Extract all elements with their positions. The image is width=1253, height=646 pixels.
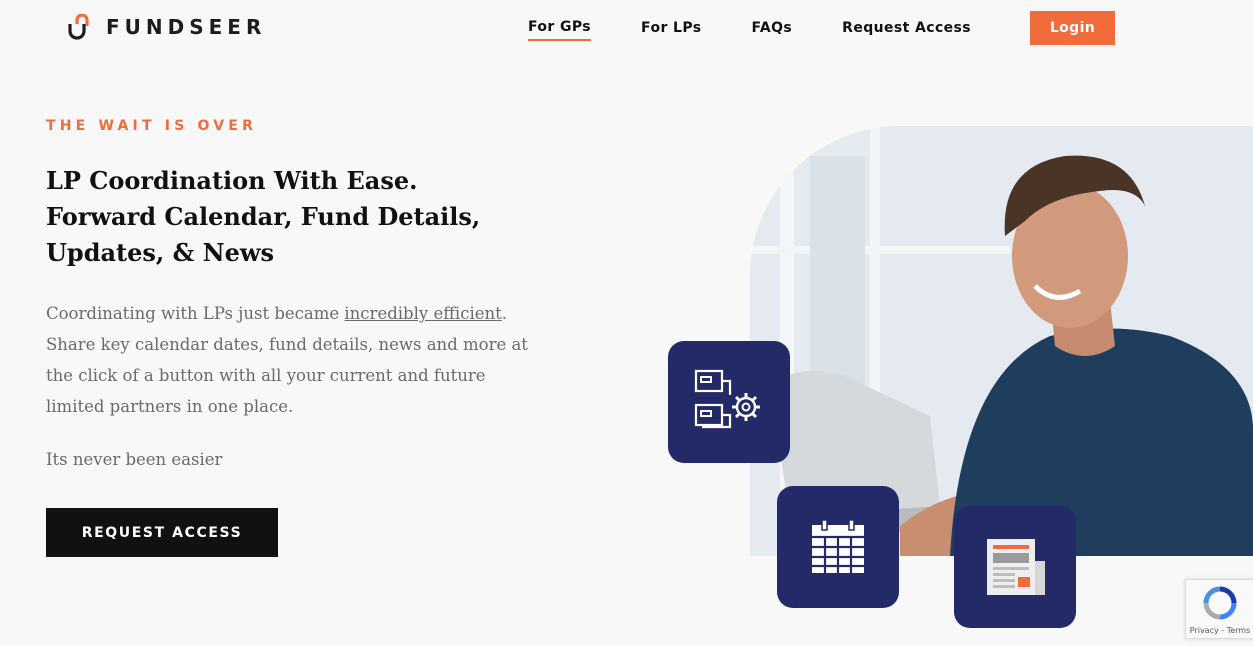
incredibly-efficient-link[interactable]: incredibly efficient xyxy=(344,304,501,323)
hero-eyebrow: THE WAIT IS OVER xyxy=(46,118,258,134)
nav-for-gps[interactable]: For GPs xyxy=(528,19,592,41)
recaptcha-badge[interactable]: Privacy - Terms xyxy=(1185,579,1253,639)
fundseer-logo[interactable]: FUNDSEER xyxy=(66,14,266,40)
recaptcha-links[interactable]: Privacy - Terms xyxy=(1190,626,1251,635)
recaptcha-icon xyxy=(1203,586,1237,620)
request-access-button[interactable]: REQUEST ACCESS xyxy=(46,508,278,557)
logo-text: FUNDSEER xyxy=(106,15,267,39)
main-nav: For GPs For LPs FAQs Request Access xyxy=(528,19,1021,41)
fundseer-logo-icon xyxy=(68,14,89,40)
nav-faqs[interactable]: FAQs xyxy=(752,20,793,40)
hero-tagline: Its never been easier xyxy=(46,450,223,469)
nav-for-lps[interactable]: For LPs xyxy=(641,20,701,40)
login-button[interactable]: Login xyxy=(1030,11,1115,45)
calendar-icon xyxy=(812,519,864,573)
data-settings-icon xyxy=(694,369,760,429)
hero-description: Coordinating with LPs just became incred… xyxy=(46,298,546,422)
data-settings-tile xyxy=(668,341,790,463)
newspaper-icon xyxy=(987,539,1045,595)
headline-line: LP Coordination With Ease. xyxy=(46,166,418,195)
hero-headline: LP Coordination With Ease. Forward Calen… xyxy=(46,163,566,271)
news-tile xyxy=(954,506,1076,628)
nav-request-access[interactable]: Request Access xyxy=(842,20,971,40)
calendar-tile xyxy=(777,486,899,608)
page: FUNDSEER For GPs For LPs FAQs Request Ac… xyxy=(0,0,1253,646)
headline-line: Forward Calendar, Fund Details, xyxy=(46,202,481,231)
description-text: Coordinating with LPs just became xyxy=(46,304,345,323)
headline-line: Updates, & News xyxy=(46,238,275,267)
